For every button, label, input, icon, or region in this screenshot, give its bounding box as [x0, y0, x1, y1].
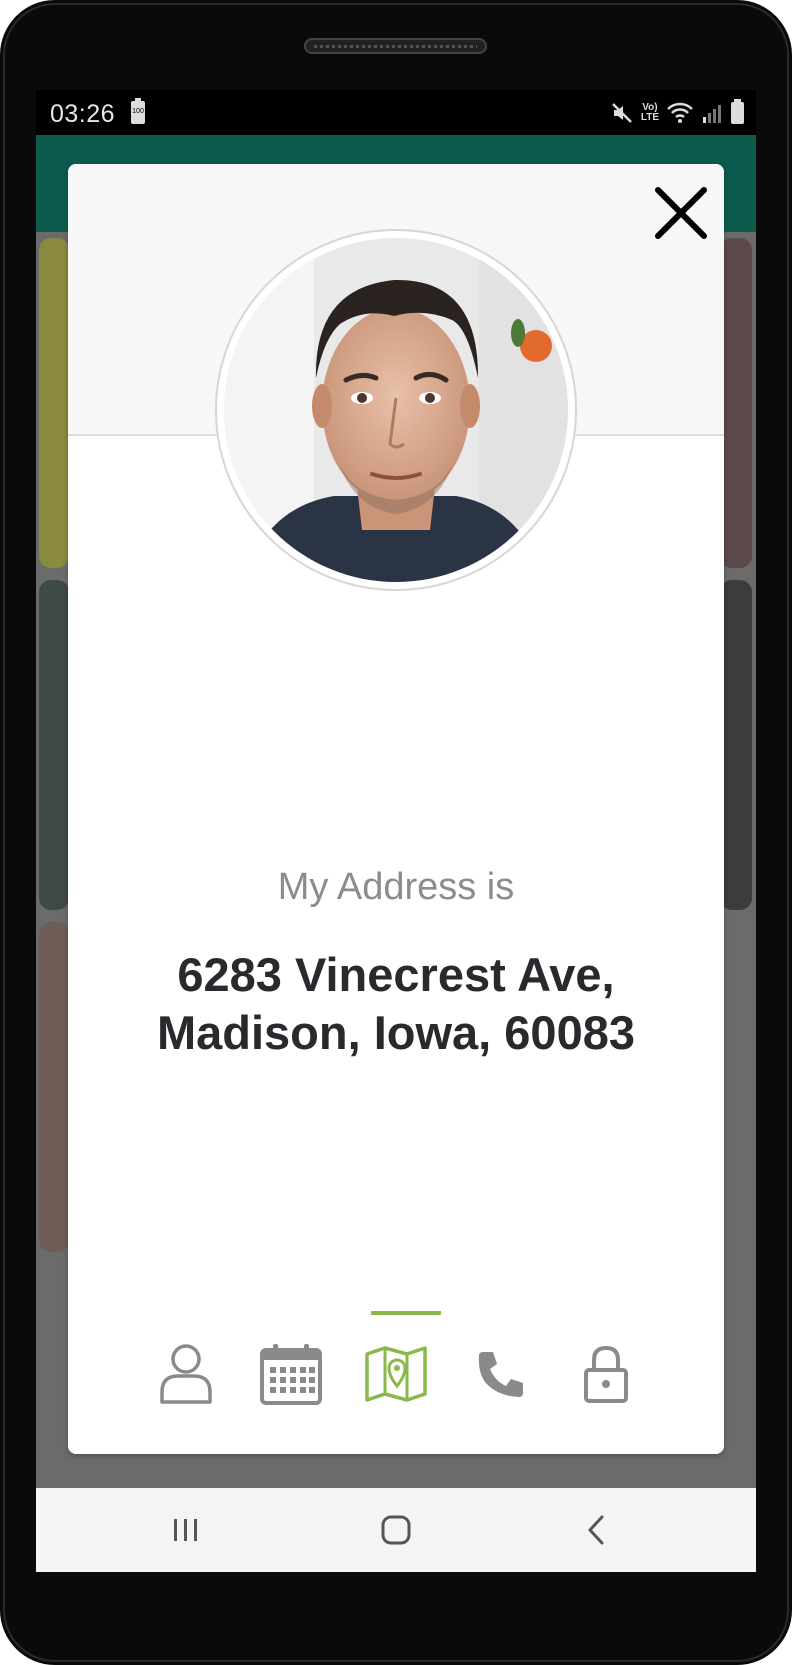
- signal-icon: [703, 105, 721, 123]
- close-button[interactable]: [652, 184, 710, 242]
- info-tabs: [146, 1334, 646, 1414]
- back-button[interactable]: [566, 1506, 626, 1554]
- user-icon: [160, 1344, 212, 1404]
- system-nav-bar: [36, 1488, 756, 1572]
- background-card: [39, 922, 69, 1252]
- calendar-icon: [260, 1344, 322, 1405]
- background-card: [39, 238, 69, 568]
- mute-icon: [611, 103, 632, 123]
- background-card: [39, 580, 69, 910]
- info-label: My Address is: [277, 866, 515, 908]
- battery-level: 100: [132, 108, 144, 115]
- tab-map[interactable]: [356, 1334, 436, 1414]
- battery-saver-icon: 100: [131, 98, 145, 124]
- recent-apps-icon: [174, 1519, 197, 1541]
- close-icon: [655, 187, 707, 239]
- profile-modal: My Address is 6283 Vinecrest Ave, Madiso…: [68, 164, 724, 1454]
- phone-frame: 03:26 100 Vo) LTE My Address is 6283 Vin…: [0, 0, 792, 1665]
- info-value: 6283 Vinecrest Ave, Madison, Iowa, 60083: [156, 948, 635, 1059]
- status-time: 03:26: [50, 100, 116, 128]
- phone-icon: [478, 1352, 523, 1397]
- lock-icon: [584, 1345, 628, 1403]
- active-tab-indicator: [371, 1311, 441, 1315]
- tab-phone[interactable]: [461, 1334, 541, 1414]
- home-icon: [381, 1515, 411, 1545]
- avatar-photo: [224, 238, 568, 582]
- tab-calendar[interactable]: [251, 1334, 331, 1414]
- status-bar: 03:26 100 Vo) LTE: [36, 90, 756, 135]
- wifi-icon: [667, 102, 693, 123]
- status-icons: Vo) LTE: [611, 98, 744, 128]
- tab-person[interactable]: [146, 1334, 226, 1414]
- tab-lock[interactable]: [566, 1334, 646, 1414]
- avatar: [215, 229, 577, 591]
- background-card: [720, 580, 752, 910]
- recent-apps-button[interactable]: [156, 1506, 216, 1554]
- phone-speaker: [304, 38, 487, 54]
- back-icon: [588, 1515, 604, 1545]
- volte-icon: Vo) LTE: [640, 102, 659, 123]
- home-button[interactable]: [366, 1506, 426, 1554]
- background-card: [720, 238, 752, 568]
- battery-icon: [731, 99, 744, 124]
- map-icon: [365, 1346, 427, 1402]
- screen: 03:26 100 Vo) LTE My Address is 6283 Vin…: [36, 90, 756, 1572]
